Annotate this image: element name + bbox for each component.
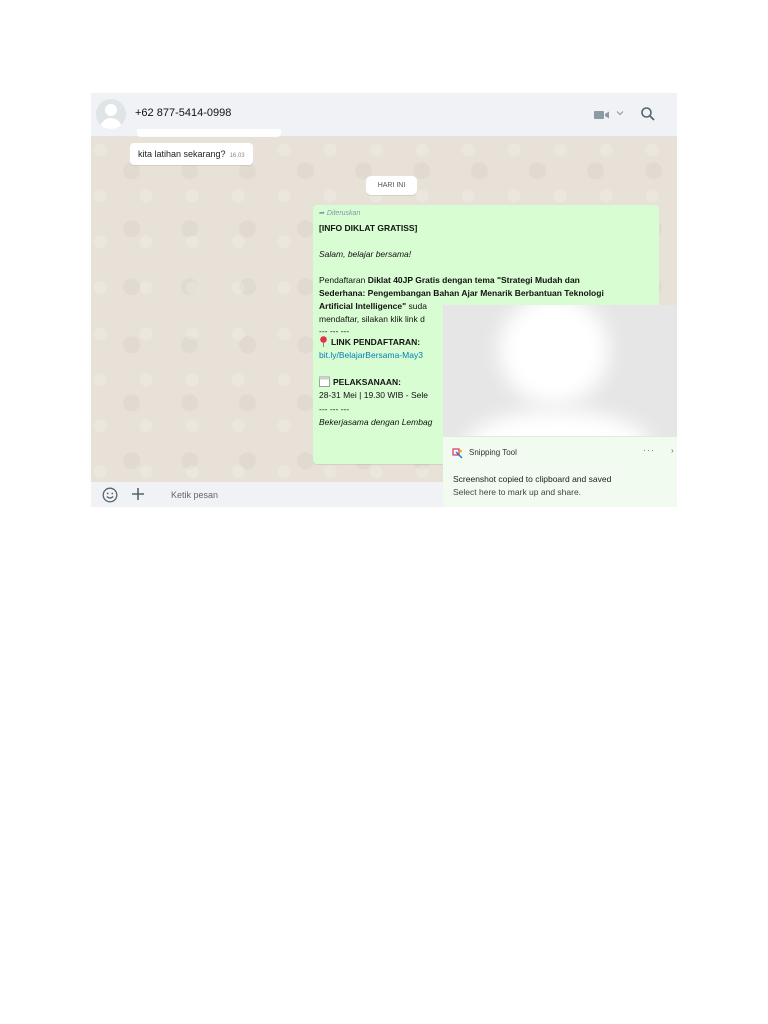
notification-app-name: Snipping Tool bbox=[469, 448, 517, 457]
video-call-icon[interactable] bbox=[594, 110, 610, 120]
pelaksanaan-section-label: PELAKSANAAN: bbox=[319, 376, 401, 389]
message-paragraph-bold-3: Artificial Intelligence" bbox=[319, 301, 407, 311]
message-title: [INFO DIKLAT GRATISS] bbox=[319, 223, 418, 233]
avatar-body-shape bbox=[100, 118, 122, 129]
collaboration-note: Bekerjasama dengan Lembag bbox=[319, 417, 433, 427]
notification-more-button[interactable]: ··· bbox=[643, 445, 655, 455]
separator-line-2: --- --- --- bbox=[319, 404, 350, 414]
message-paragraph-line-2: Sederhana: Pengembangan Bahan Ajar Menar… bbox=[319, 288, 604, 298]
notification-hint: Select here to mark up and share. bbox=[453, 487, 582, 497]
preview-body-shape bbox=[463, 410, 653, 437]
link-label-text: LINK PENDAFTARAN: bbox=[331, 337, 421, 347]
forwarded-label: ➦ Diteruskan bbox=[319, 207, 360, 220]
preview-head-shape bbox=[499, 305, 609, 405]
incoming-message-text: kita latihan sekarang? bbox=[138, 149, 226, 159]
avatar-head-shape bbox=[105, 104, 117, 116]
message-paragraph-rest-3: suda bbox=[406, 301, 427, 311]
forward-arrow-icon: ➦ bbox=[319, 210, 325, 217]
camera-video-preview bbox=[443, 305, 677, 437]
whatsapp-window: +62 877-5414-0998 kita latihan sekarang?… bbox=[91, 93, 677, 507]
date-divider: HARI INI bbox=[366, 176, 417, 195]
forwarded-text: Diteruskan bbox=[326, 210, 361, 217]
contact-avatar[interactable] bbox=[96, 99, 126, 129]
pin-icon bbox=[320, 336, 327, 347]
notification-message: Screenshot copied to clipboard and saved bbox=[453, 474, 612, 484]
snipping-tool-notification[interactable]: Snipping Tool ··· › Screenshot copied to… bbox=[443, 436, 677, 507]
incoming-message[interactable]: kita latihan sekarang? 16.03 bbox=[130, 143, 253, 165]
pelaksanaan-label-text: PELAKSANAAN: bbox=[333, 377, 401, 387]
message-paragraph-line-3: Artificial Intelligence" suda bbox=[319, 300, 427, 313]
message-paragraph-line-1: Pendaftaran Diklat 40JP Gratis dengan te… bbox=[319, 274, 580, 287]
message-paragraph-bold-1: Diklat 40JP Gratis dengan tema "Strategi… bbox=[367, 275, 580, 285]
attach-plus-icon[interactable] bbox=[131, 487, 145, 501]
message-greeting: Salam, belajar bersama! bbox=[319, 249, 412, 259]
notification-expand-button[interactable]: › bbox=[671, 446, 674, 455]
registration-link[interactable]: bit.ly/BelajarBersama-May3 bbox=[319, 349, 423, 362]
emoji-icon[interactable] bbox=[102, 487, 118, 503]
calendar-icon bbox=[319, 376, 330, 387]
snipping-tool-icon bbox=[452, 448, 463, 459]
pelaksanaan-date: 28-31 Mei | 19.30 WIB - Sele bbox=[319, 390, 428, 400]
search-icon[interactable] bbox=[640, 106, 656, 122]
contact-name[interactable]: +62 877-5414-0998 bbox=[135, 107, 231, 119]
previous-message-edge bbox=[137, 129, 281, 137]
link-section-label: LINK PENDAFTARAN: bbox=[319, 336, 420, 349]
message-paragraph-prefix: Pendaftaran bbox=[319, 275, 368, 285]
chevron-down-icon[interactable] bbox=[616, 108, 624, 118]
incoming-message-time: 16.03 bbox=[229, 153, 245, 159]
